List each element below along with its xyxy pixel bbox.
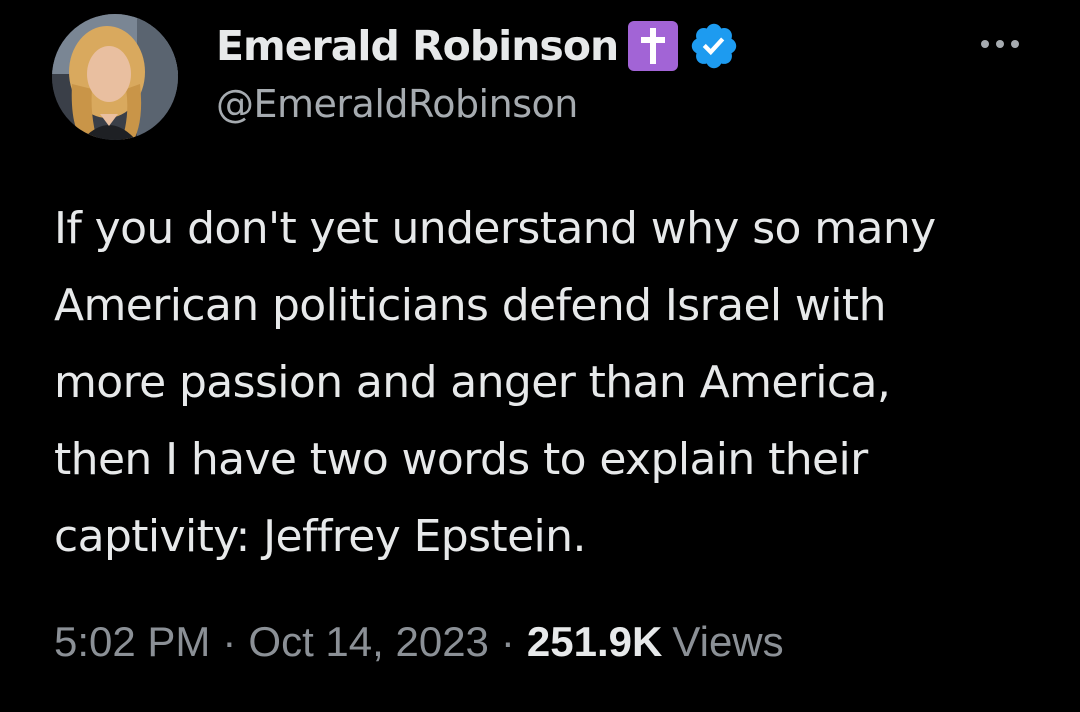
tweet-meta: 5:02 PM · Oct 14, 2023 · 251.9K Views	[54, 612, 784, 672]
avatar[interactable]	[52, 14, 178, 140]
tweet-text: If you don't yet understand why so many …	[54, 190, 1044, 575]
tweet-text-line: If you don't yet understand why so many	[54, 203, 936, 254]
meta-separator: ·	[500, 618, 515, 665]
more-options-icon-dot	[996, 40, 1004, 48]
more-options-icon	[981, 40, 989, 48]
tweet[interactable]: Emerald Robinson @EmeraldRobinson If you…	[0, 0, 1080, 712]
tweet-time[interactable]: 5:02 PM	[54, 618, 210, 666]
tweet-text-line: then I have two words to explain their	[54, 434, 868, 485]
author-display-name[interactable]: Emerald Robinson	[216, 22, 619, 70]
tweet-date[interactable]: Oct 14, 2023	[248, 618, 489, 666]
author-name-row: Emerald Robinson	[216, 18, 740, 74]
views-label: Views	[672, 618, 784, 665]
profile-photo-icon	[52, 14, 178, 140]
verified-badge-icon	[691, 23, 737, 69]
more-options-icon-dot	[1011, 40, 1019, 48]
tweet-text-line: captivity: Jeffrey Epstein.	[54, 511, 586, 562]
more-options-button[interactable]	[972, 30, 1028, 58]
tweet-text-line: American politicians defend Israel with	[54, 280, 886, 331]
meta-separator: ·	[222, 618, 237, 665]
tweet-text-line: more passion and anger than America,	[54, 357, 891, 408]
cross-icon	[628, 21, 679, 71]
author-handle[interactable]: @EmeraldRobinson	[216, 82, 578, 126]
views-count[interactable]: 251.9K	[527, 618, 662, 666]
